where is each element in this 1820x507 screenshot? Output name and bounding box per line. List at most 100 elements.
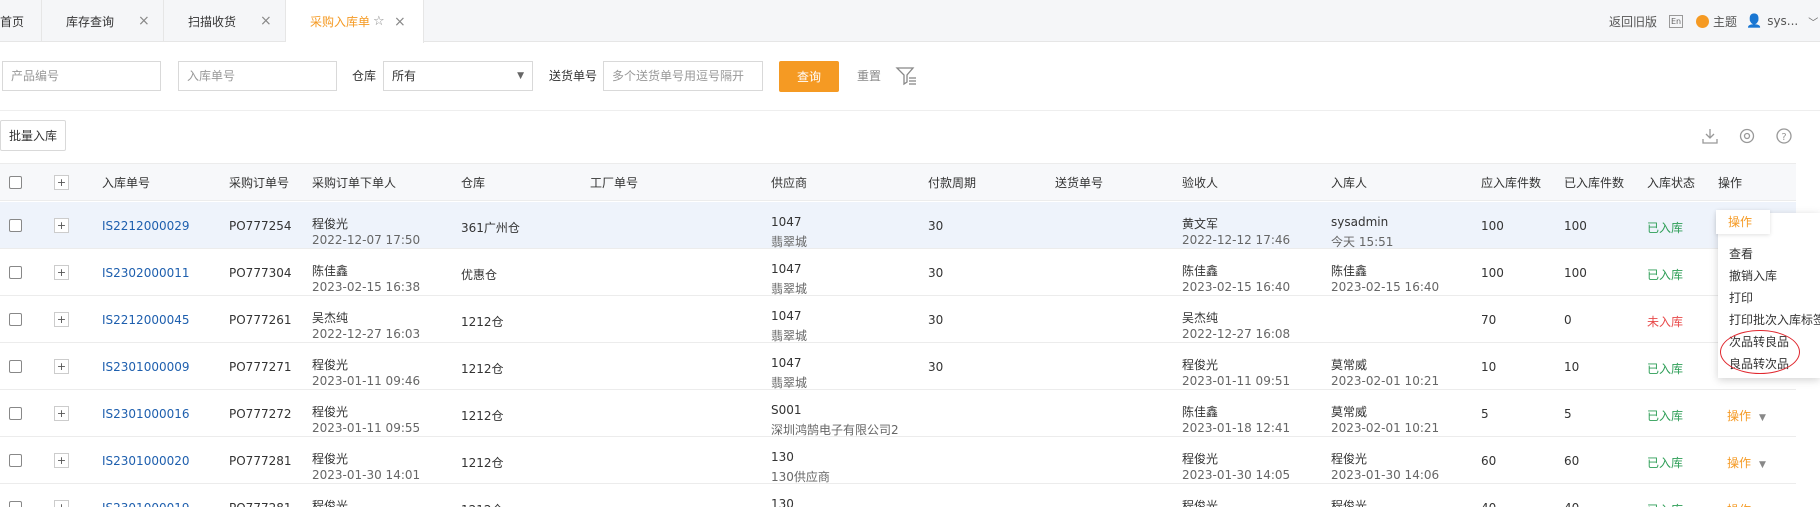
caret-down-icon: ▼ xyxy=(1759,413,1766,423)
tab-home[interactable]: 首页 xyxy=(0,0,42,42)
divider xyxy=(0,110,1820,111)
po-no: PO777281 xyxy=(229,501,292,507)
theme-button[interactable]: 主题 xyxy=(1696,0,1737,42)
row-checkbox[interactable] xyxy=(9,360,22,373)
reset-button[interactable]: 重置 xyxy=(857,61,881,91)
row-checkbox[interactable] xyxy=(9,313,22,326)
query-button[interactable]: 查询 xyxy=(779,61,839,92)
close-icon[interactable]: × xyxy=(260,13,272,29)
warehouse-label: 仓库 xyxy=(352,69,377,83)
inbounder-name: sysadmin xyxy=(1331,215,1389,229)
row-action-dropdown[interactable]: 操作▼ xyxy=(1727,454,1766,471)
warehouse: 361广州仓 xyxy=(461,221,520,235)
warehouse: 1212仓 xyxy=(461,456,504,470)
orderer-name: 程俊光 xyxy=(312,217,349,231)
inbound-no-link[interactable]: IS2301000019 xyxy=(102,501,190,507)
row-checkbox[interactable] xyxy=(9,454,22,467)
close-icon[interactable]: × xyxy=(394,14,406,30)
inbound-no-link[interactable]: IS2301000016 xyxy=(102,407,190,421)
row-expand-button[interactable]: + xyxy=(54,312,69,327)
col-supplier: 供应商 xyxy=(771,176,808,190)
col-inbound-no: 入库单号 xyxy=(102,176,151,190)
tab-scan-receive[interactable]: 扫描收货 × xyxy=(164,0,286,42)
done-qty: 40 xyxy=(1564,501,1579,507)
po-no: PO777271 xyxy=(229,360,292,374)
row-checkbox[interactable] xyxy=(9,219,22,232)
palette-icon xyxy=(1696,14,1709,28)
user-menu[interactable]: 👤 sys... ﹀ xyxy=(1746,0,1818,42)
inbound-time: 2023-02-01 10:21 xyxy=(1331,421,1440,435)
row-expand-button[interactable]: + xyxy=(54,500,69,507)
done-qty: 10 xyxy=(1564,360,1580,374)
row-expand-button[interactable]: + xyxy=(54,218,69,233)
tab-purchase-inbound[interactable]: 采购入库单 ☆ × xyxy=(286,0,424,43)
download-icon[interactable] xyxy=(1701,127,1719,145)
row-checkbox[interactable] xyxy=(9,407,22,420)
table-row[interactable]: + IS2212000029 PO777254 程俊光 2022-12-07 17:50… xyxy=(0,202,1796,249)
caret-down-icon: ▼ xyxy=(517,71,524,81)
status-text: 已入库 xyxy=(1647,501,1683,507)
tab-inventory-query[interactable]: 库存查询 × xyxy=(42,0,164,42)
batch-inbound-button[interactable]: 批量入库 xyxy=(0,120,66,151)
status-text: 已入库 xyxy=(1647,221,1684,235)
acceptor-name: 程俊光 xyxy=(1182,358,1219,372)
table-row[interactable]: + IS2301000009 PO777271 程俊光 2023-01-11 09:46… xyxy=(0,343,1796,390)
menu-item-print[interactable]: 打印 xyxy=(1729,289,1753,306)
col-factory-no: 工厂单号 xyxy=(590,176,639,190)
table-row[interactable]: + IS2302000011 PO777304 陈佳鑫 2023-02-15 16:38… xyxy=(0,249,1796,296)
inbounder-name: 莫常威 xyxy=(1331,358,1368,372)
row-checkbox[interactable] xyxy=(9,501,22,507)
payment-cycle: 30 xyxy=(928,313,944,327)
row-expand-button[interactable]: + xyxy=(54,453,69,468)
select-all-checkbox[interactable] xyxy=(9,176,22,189)
filter-settings-icon[interactable] xyxy=(895,65,917,87)
table-row[interactable]: + IS2301000019 PO777281 程俊光 1212仓 130 程俊光 程俊光 40… xyxy=(0,484,1796,507)
po-no: PO777281 xyxy=(229,454,292,468)
tab-label: 库存查询 xyxy=(66,14,115,29)
table-row[interactable]: + IS2301000016 PO777272 程俊光 2023-01-11 09:55… xyxy=(0,390,1796,437)
acceptor-name: 陈佳鑫 xyxy=(1182,264,1219,278)
inbound-no-link[interactable]: IS2301000020 xyxy=(102,454,190,468)
row-expand-button[interactable]: + xyxy=(54,359,69,374)
due-qty: 10 xyxy=(1481,360,1497,374)
order-time: 2022-12-27 16:03 xyxy=(312,327,421,341)
action-label: 操作 xyxy=(1727,503,1751,507)
expand-all-button[interactable]: + xyxy=(54,175,69,190)
old-version-link[interactable]: 返回旧版 xyxy=(1609,0,1657,42)
help-icon[interactable]: ? xyxy=(1775,127,1793,145)
row-action-dropdown[interactable]: 操作▼ xyxy=(1727,407,1766,424)
column-settings-icon[interactable] xyxy=(1738,127,1756,145)
language-icon[interactable]: En xyxy=(1669,0,1683,42)
delivery-no-input[interactable]: 多个送货单号用逗号隔开 xyxy=(603,61,763,91)
menu-item-revoke-inbound[interactable]: 撤销入库 xyxy=(1729,267,1777,284)
warehouse: 1212仓 xyxy=(461,362,504,376)
action-dropdown-trigger[interactable]: 操作 xyxy=(1716,210,1770,234)
table-row[interactable]: + IS2301000020 PO777281 程俊光 2023-01-30 14:01… xyxy=(0,437,1796,484)
product-code-input[interactable]: 产品编号 xyxy=(2,61,161,91)
inbounder-name: 程俊光 xyxy=(1331,499,1368,507)
menu-item-print-batch-label[interactable]: 打印批次入库标签 xyxy=(1729,311,1820,328)
inbound-no-link[interactable]: IS2302000011 xyxy=(102,266,190,280)
inbound-no-input[interactable]: 入库单号 xyxy=(178,61,337,91)
table-row[interactable]: + IS2212000045 PO777261 吴杰纯 2022-12-27 16:03… xyxy=(0,296,1796,343)
inbound-no-link[interactable]: IS2212000045 xyxy=(102,313,190,327)
star-icon[interactable]: ☆ xyxy=(373,14,385,29)
inbound-no-link[interactable]: IS2301000009 xyxy=(102,360,190,374)
row-expand-button[interactable]: + xyxy=(54,265,69,280)
payment-cycle: 30 xyxy=(928,219,944,233)
col-delivery-no: 送货单号 xyxy=(1055,176,1104,190)
menu-item-view[interactable]: 查看 xyxy=(1729,245,1753,262)
row-checkbox[interactable] xyxy=(9,266,22,279)
delivery-no-label: 送货单号 xyxy=(549,69,598,83)
inbound-time: 今天 15:51 xyxy=(1331,235,1394,249)
close-icon[interactable]: × xyxy=(138,13,150,29)
caret-down-icon: ▼ xyxy=(1759,460,1766,470)
row-expand-button[interactable]: + xyxy=(54,406,69,421)
po-no: PO777254 xyxy=(229,219,292,233)
row-action-dropdown[interactable]: 操作▼ xyxy=(1727,501,1766,507)
inbound-no-link[interactable]: IS2212000029 xyxy=(102,219,190,233)
warehouse-select[interactable]: 所有 ▼ xyxy=(383,61,533,91)
supplier-name: 130供应商 xyxy=(771,470,830,484)
status-text: 已入库 xyxy=(1647,456,1684,470)
tab-bar: 首页 库存查询 × 扫描收货 × 采购入库单 ☆ × 返回旧版 En 主题 👤 … xyxy=(0,0,1820,43)
